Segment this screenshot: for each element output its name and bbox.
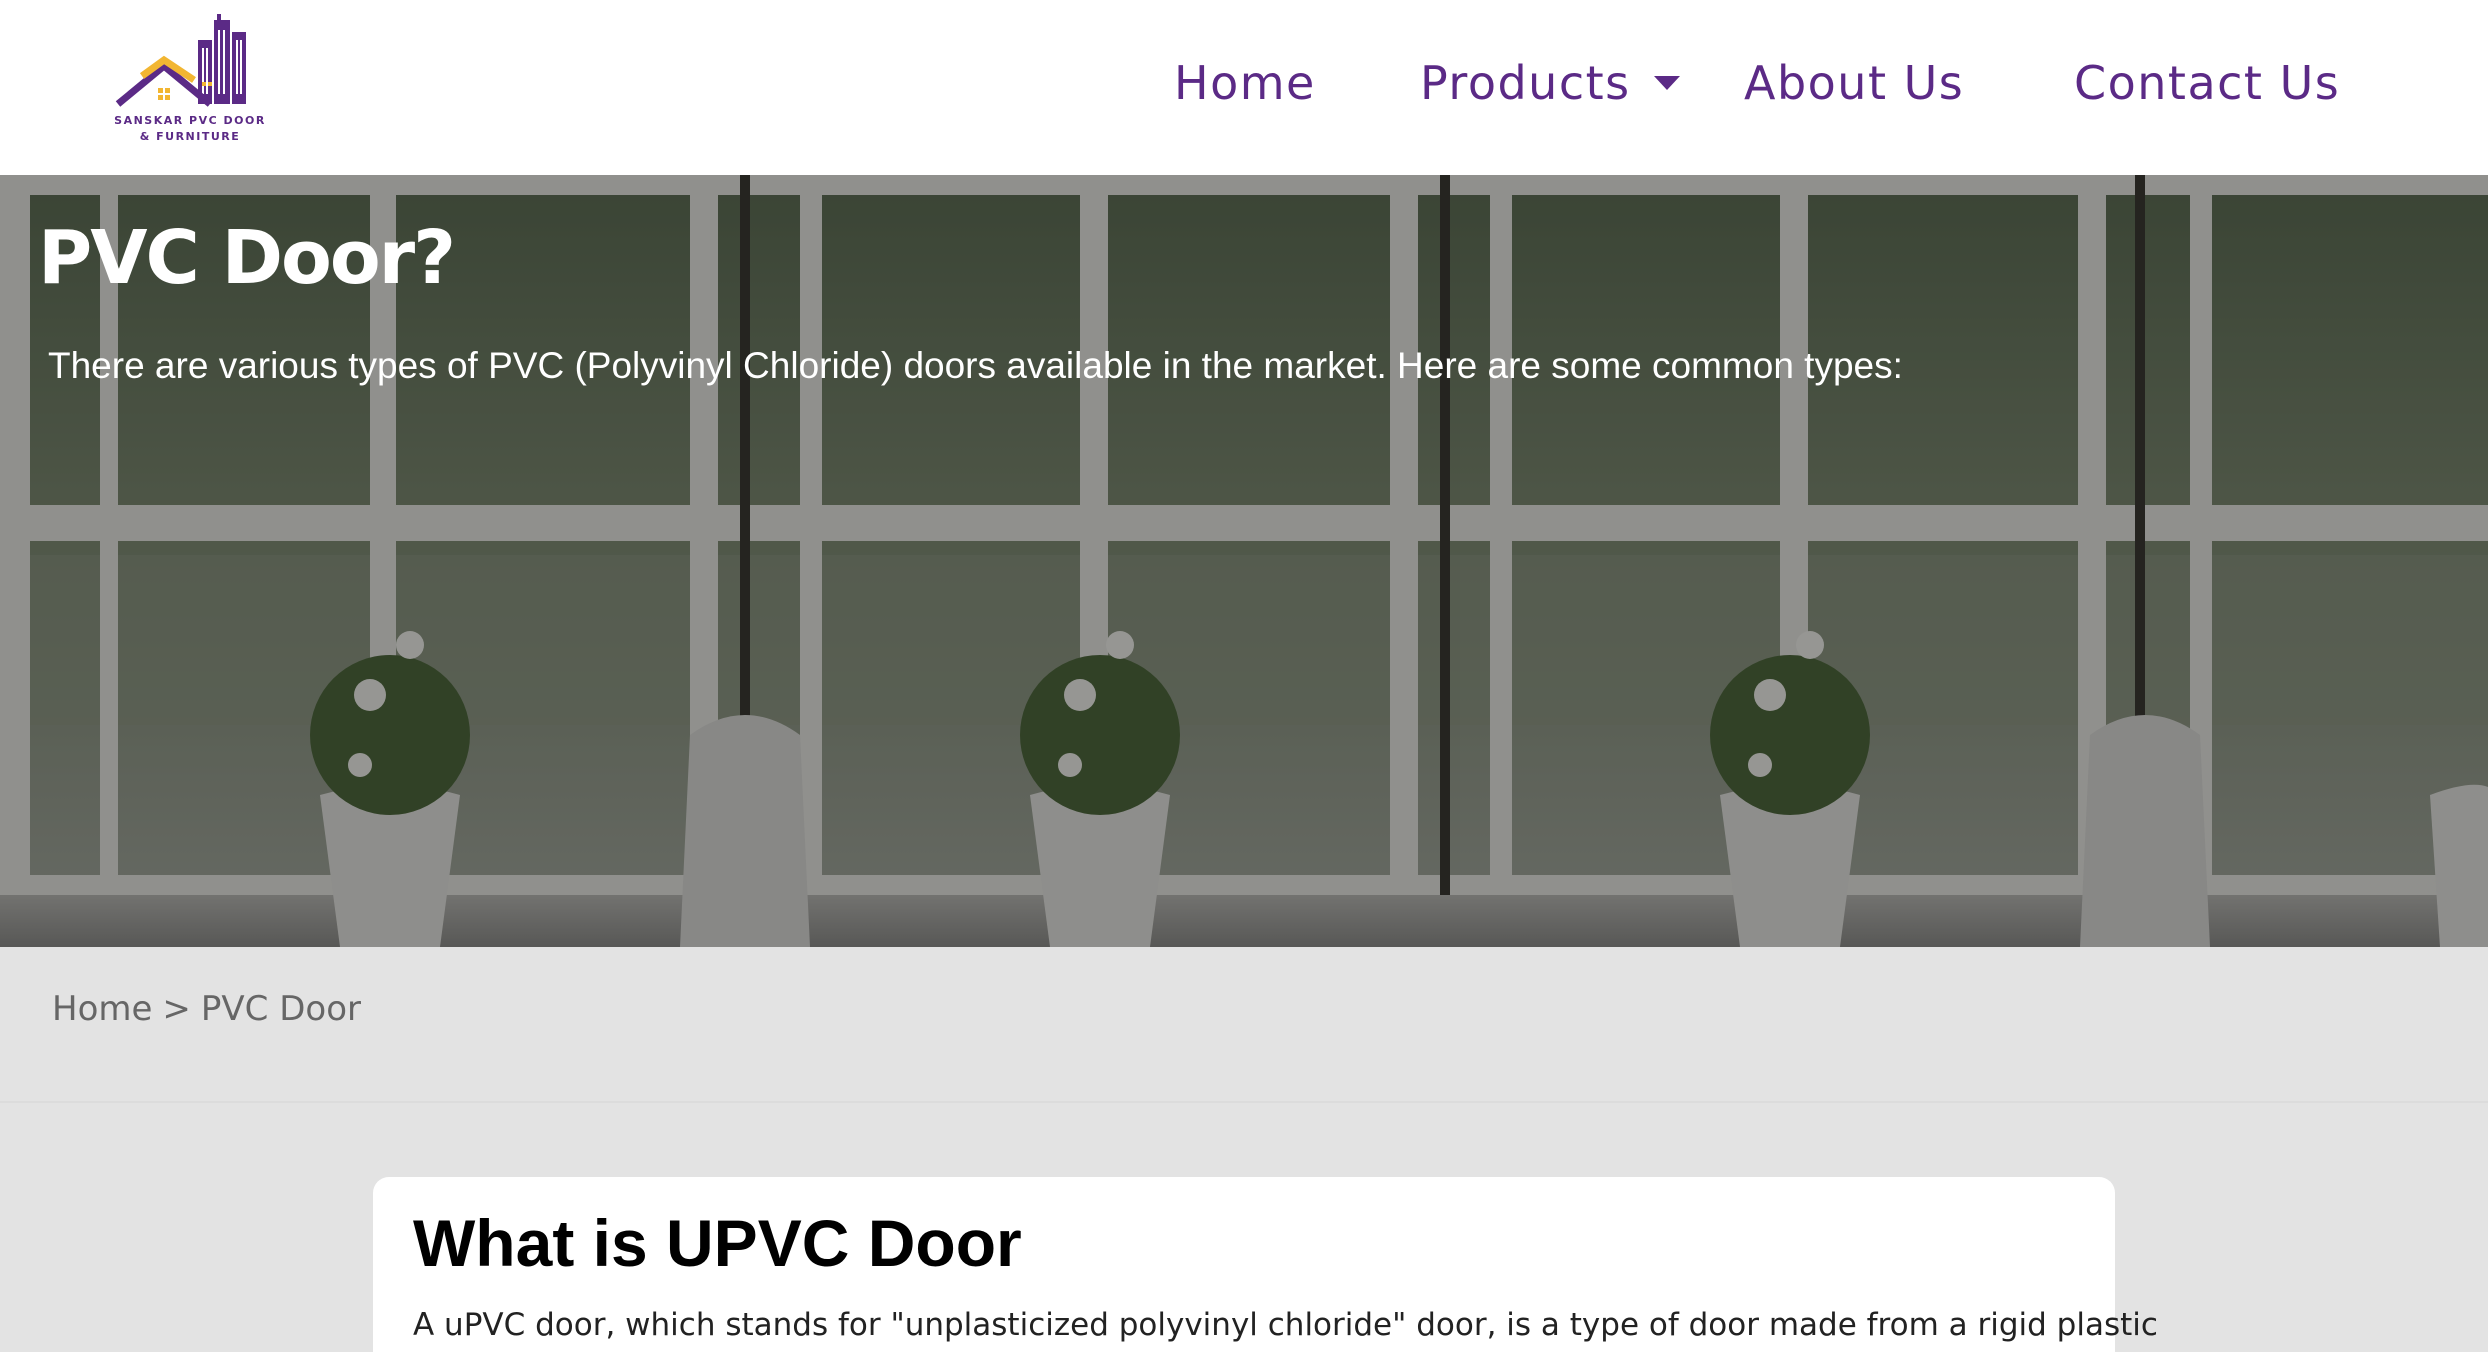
breadcrumb-current: PVC Door [200,989,361,1029]
nav-home-link[interactable]: Home [1174,56,1316,110]
brand-logo[interactable]: SANSKAR PVC DOOR & FURNITURE [108,14,272,146]
hero-title: PVC Door? [38,215,456,301]
nav-products-link[interactable]: Products [1420,56,1631,110]
card-title: What is UPVC Door [413,1206,1022,1280]
breadcrumb-home-link[interactable]: Home [52,989,152,1029]
brand-name-line2: & FURNITURE [139,130,241,143]
hero-banner: PVC Door? There are various types of PVC… [0,175,2488,947]
content-card: What is UPVC Door A uPVC door, which sta… [373,1177,2158,1352]
brand-name-line1: SANSKAR PVC DOOR [114,114,266,127]
site-header: SANSKAR PVC DOOR & FURNITURE Home Produc… [0,0,2488,175]
breadcrumb: Home > PVC Door [52,989,361,1029]
chevron-down-icon[interactable] [1654,76,1680,90]
nav-contact-link[interactable]: Contact Us [2074,56,2340,110]
hero-description: There are various types of PVC (Polyviny… [48,345,1903,386]
nav-about-link[interactable]: About Us [1744,56,1964,110]
card-text: A uPVC door, which stands for "unplastic… [413,1307,2158,1343]
house-building-icon [115,14,246,107]
breadcrumb-bar: Home > PVC Door [0,947,2488,1103]
breadcrumb-separator: > [162,989,191,1029]
